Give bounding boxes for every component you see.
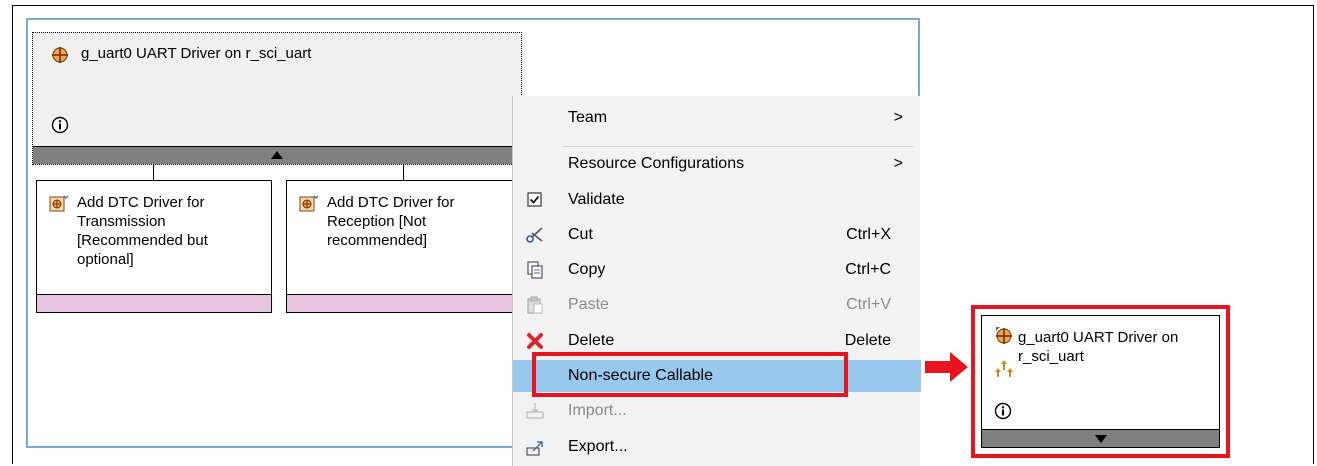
child-stack-label: Add DTC Driver for Reception [Not recomm… (327, 194, 455, 249)
add-module-icon (299, 195, 319, 218)
menu-item-label: Team (568, 109, 608, 126)
expand-arrow-icon (1095, 435, 1107, 443)
submenu-chevron-icon: > (893, 109, 903, 126)
info-icon[interactable] (994, 402, 1012, 425)
menu-item-label: Export... (568, 438, 628, 455)
callout-arrow (925, 361, 952, 373)
expand-bar[interactable] (982, 429, 1219, 447)
menu-item-copy[interactable]: Copy Ctrl+C (513, 254, 921, 286)
menu-item-label: Resource Configurations (568, 155, 745, 172)
menu-item-shortcut: Ctrl+V (846, 296, 891, 313)
collapse-bar[interactable] (33, 146, 521, 164)
copy-icon (525, 260, 545, 280)
menu-item-label: Paste (568, 296, 609, 313)
menu-item-resource-configurations[interactable]: Resource Configurations > (513, 148, 921, 180)
paste-icon (525, 295, 545, 315)
menu-item-label: Validate (568, 191, 625, 208)
child-stack-label: Add DTC Driver for Transmission [Recomme… (77, 194, 208, 268)
menu-item-export[interactable]: Export... (513, 431, 921, 463)
import-icon (525, 401, 545, 421)
add-module-icon (49, 195, 69, 218)
child-stack-dtc-tx[interactable]: Add DTC Driver for Transmission [Recomme… (36, 180, 272, 313)
menu-item-label: Import... (568, 402, 627, 419)
child-stack-footer (287, 294, 521, 312)
child-stack-footer (37, 294, 271, 312)
scissors-icon (525, 225, 545, 245)
menu-item-label: Delete (568, 332, 615, 349)
module-title: g_uart0 UART Driver on r_sci_uart (1018, 329, 1179, 365)
menu-item-shortcut: Delete (844, 332, 891, 349)
callout-arrow-head (950, 352, 968, 382)
info-icon[interactable] (51, 116, 69, 139)
connector-line (403, 165, 404, 180)
non-secure-callable-icon (994, 358, 1014, 383)
module-icon (51, 46, 69, 69)
menu-item-label: Cut (568, 226, 593, 243)
collapse-arrow-icon (271, 151, 283, 159)
module-icon (994, 326, 1014, 351)
submenu-chevron-icon: > (893, 155, 903, 172)
menu-item-paste[interactable]: Paste Ctrl+V (513, 289, 921, 321)
menu-separator (563, 146, 913, 147)
menu-item-import[interactable]: Import... (513, 395, 921, 427)
delete-icon (525, 331, 545, 351)
checkbox-icon (525, 190, 545, 210)
module-block-uart[interactable]: g_uart0 UART Driver on r_sci_uart (32, 32, 522, 165)
menu-item-label: Copy (568, 261, 606, 278)
menu-item-shortcut: Ctrl+C (845, 261, 891, 278)
connector-line (153, 165, 154, 180)
context-menu: Team > Resource Configurations > Validat… (512, 96, 921, 466)
menu-item-team[interactable]: Team > (513, 102, 921, 134)
menu-item-cut[interactable]: Cut Ctrl+X (513, 219, 921, 251)
child-stack-dtc-rx[interactable]: Add DTC Driver for Reception [Not recomm… (286, 180, 522, 313)
menu-item-shortcut: Ctrl+X (846, 226, 891, 243)
menu-item-validate[interactable]: Validate (513, 184, 921, 216)
highlight-callout-box (532, 352, 848, 397)
export-icon (525, 437, 545, 457)
module-title: g_uart0 UART Driver on r_sci_uart (81, 45, 312, 62)
module-block-uart-result[interactable]: g_uart0 UART Driver on r_sci_uart (981, 315, 1220, 448)
